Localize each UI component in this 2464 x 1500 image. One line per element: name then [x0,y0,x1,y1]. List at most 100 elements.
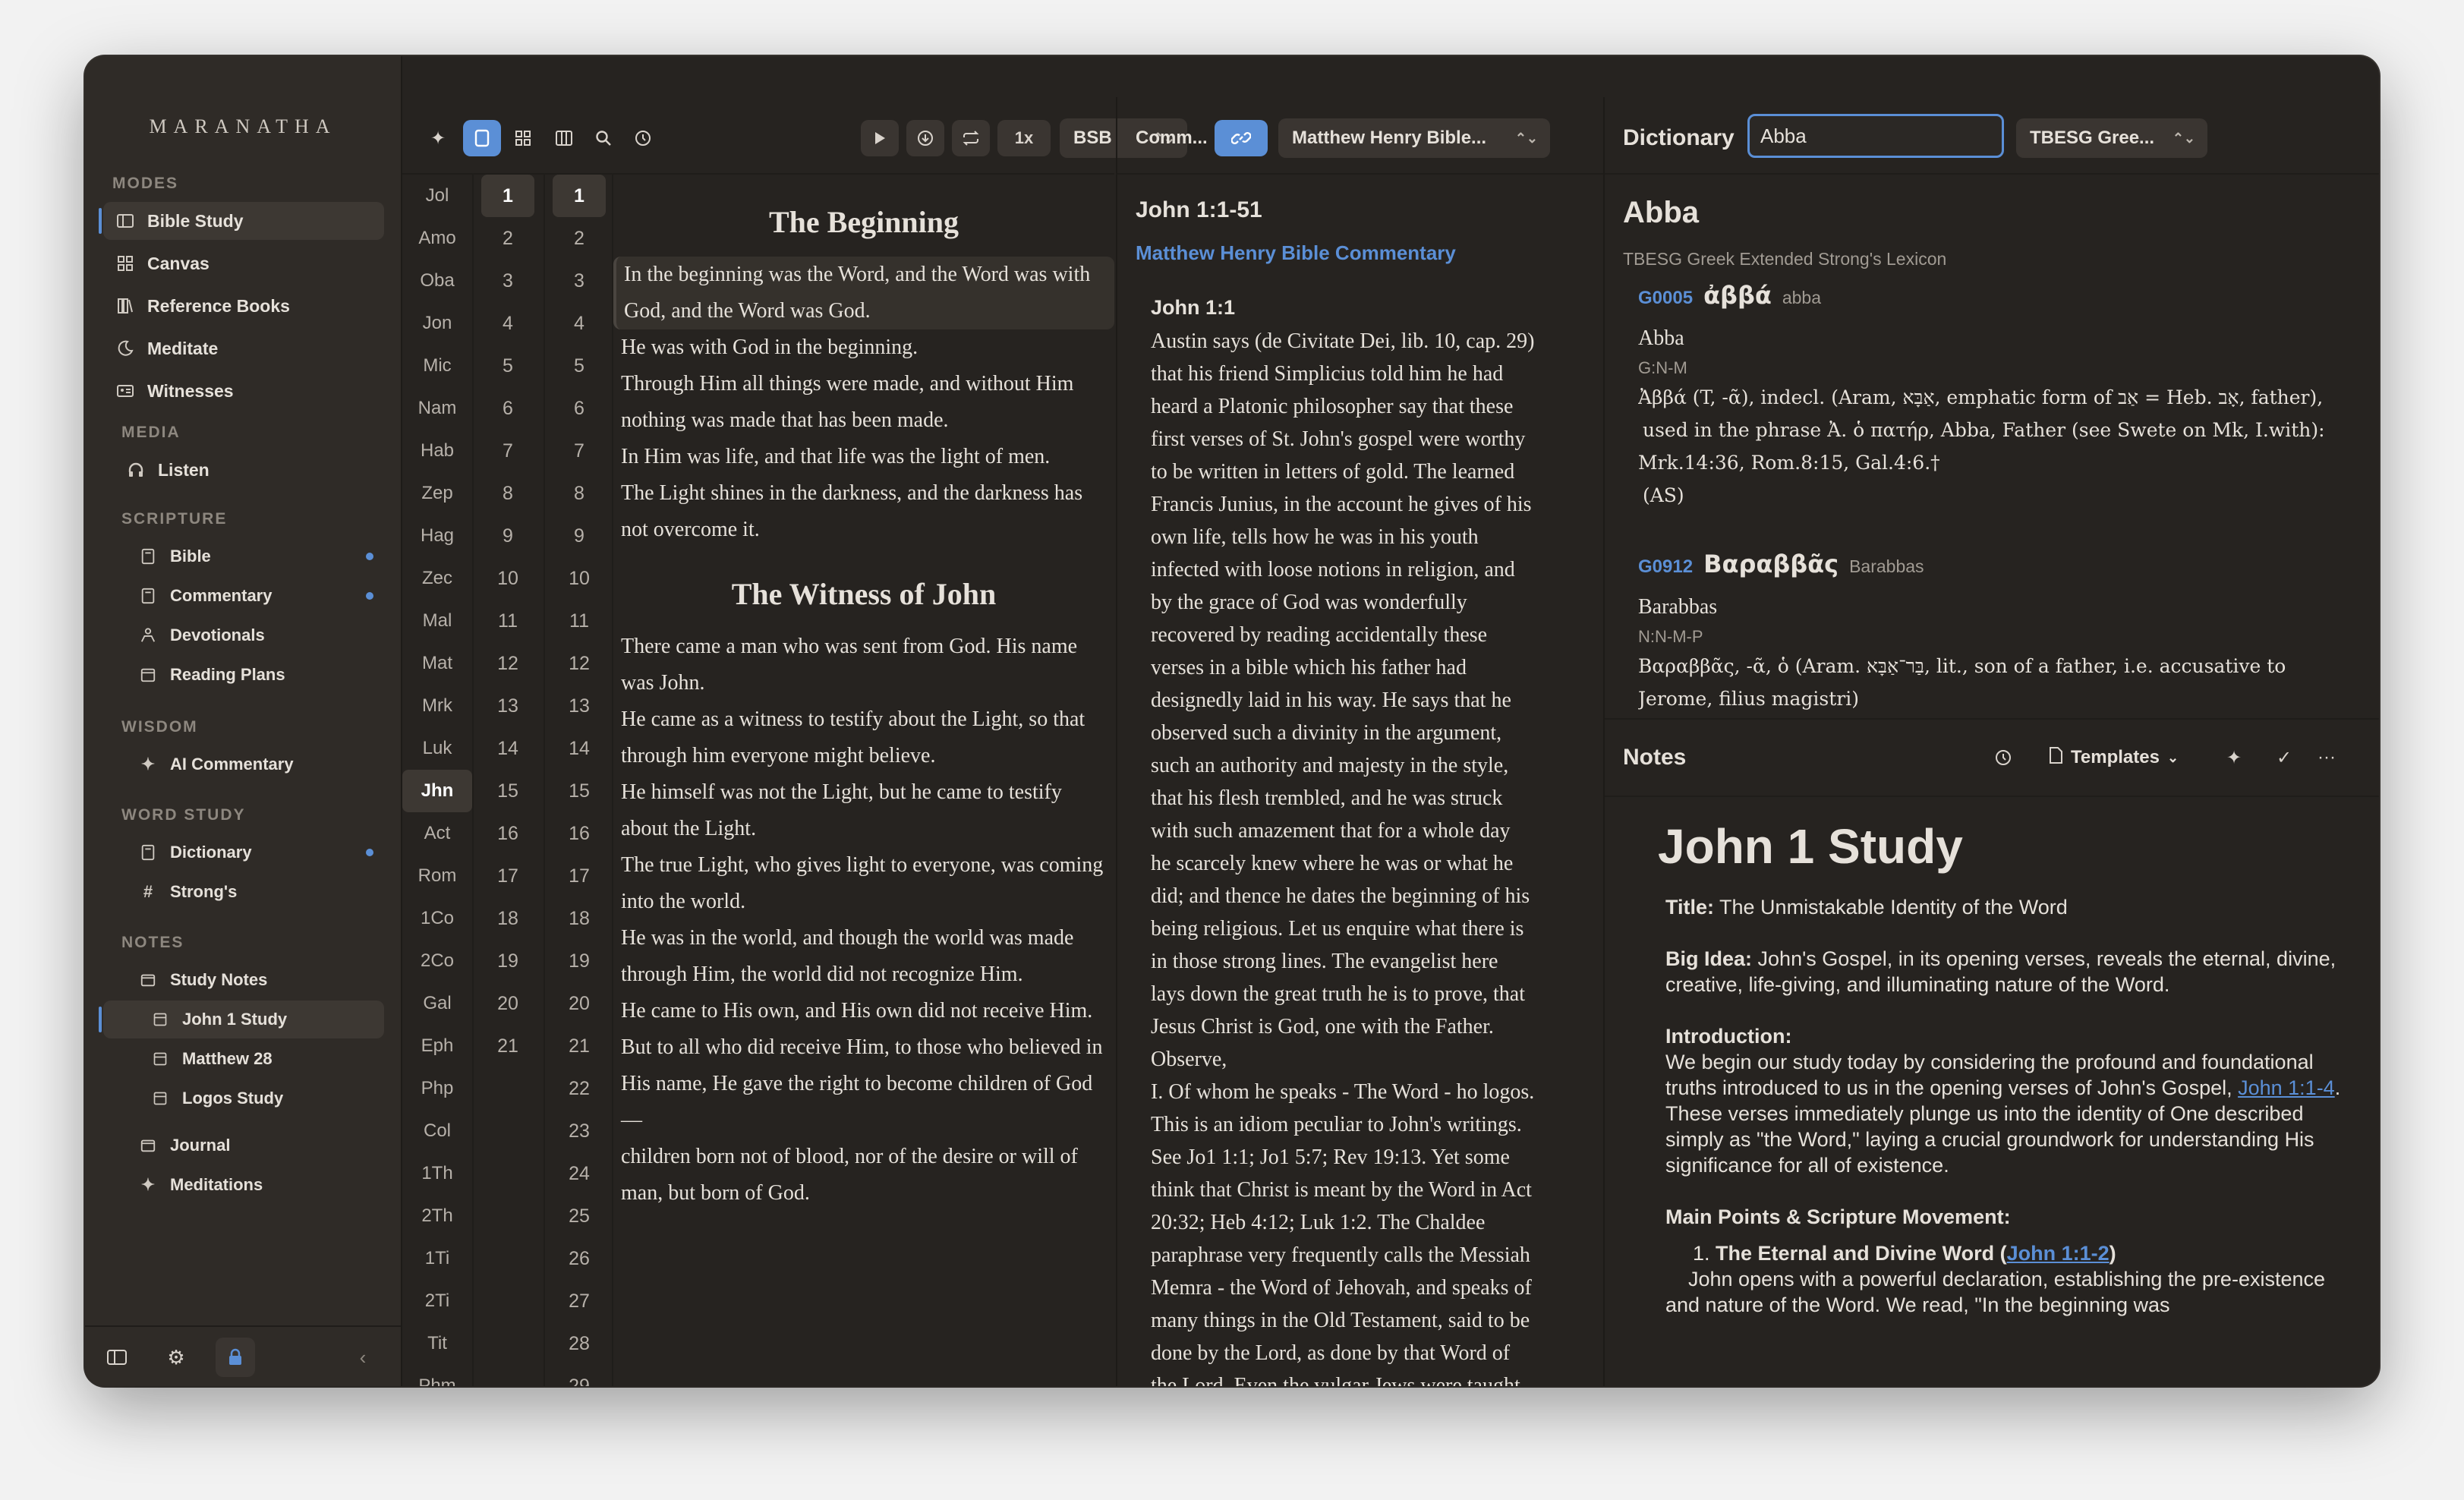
chapter-item[interactable]: 19 [474,940,542,982]
verse-item[interactable]: 5 [545,345,613,387]
sidebar-item-strongs[interactable]: # Strong's [103,873,384,911]
book-item[interactable]: Nam [402,387,472,430]
chapter-item[interactable]: 9 [474,515,542,557]
verse-text[interactable]: The Light shines in the darkness, and th… [613,475,1114,548]
chapter-item[interactable]: 17 [474,855,542,897]
single-page-view-button[interactable] [463,120,501,156]
verse-item[interactable]: 26 [545,1237,613,1280]
verse-text[interactable]: children born not of blood, nor of the d… [613,1139,1114,1212]
verse-item[interactable]: 24 [545,1152,613,1195]
sidebar-item-journal[interactable]: Journal [103,1127,384,1164]
book-item[interactable]: Col [402,1110,472,1152]
verse-item[interactable]: 9 [545,515,613,557]
sidebar-item-reference-books[interactable]: Reference Books [103,287,384,325]
book-item[interactable]: Zec [402,557,472,600]
book-item[interactable]: Act [402,812,472,855]
book-item[interactable]: Rom [402,855,472,897]
lexicon-select[interactable]: TBESG Gree... ⌃⌄ [2016,118,2207,158]
book-item[interactable]: Eph [402,1025,472,1067]
book-item[interactable]: 2Ti [402,1280,472,1322]
verse-item[interactable]: 7 [545,430,613,472]
book-item[interactable]: Hag [402,515,472,557]
sidebar-item-listen[interactable]: Listen [103,451,384,489]
book-item[interactable]: 2Co [402,940,472,982]
commentary-tab[interactable]: Comm... [1136,120,1208,156]
verse-text[interactable]: But to all who did receive Him, to those… [613,1029,1114,1139]
sidebar-item-canvas[interactable]: Canvas [103,244,384,282]
sidebar-item-ai-commentary[interactable]: ✦ AI Commentary [103,745,384,783]
chapter-item[interactable]: 4 [474,302,542,345]
sidebar-item-reading-plans[interactable]: Reading Plans [103,656,384,694]
columns-view-icon[interactable] [545,120,583,156]
book-item[interactable]: 1Ti [402,1237,472,1280]
sidebar-item-meditations[interactable]: ✦ Meditations [103,1166,384,1204]
sidebar-item-meditate[interactable]: Meditate [103,329,384,367]
chapter-item[interactable]: 12 [474,642,542,685]
notes-editor[interactable]: John 1 Study Title: The Unmistakable Ide… [1605,796,2379,1386]
verse-item[interactable]: 1 [553,175,606,217]
book-item[interactable]: Luk [402,727,472,770]
verse-item[interactable]: 16 [545,812,613,855]
strongs-code[interactable]: G0912 [1638,556,1693,578]
sidebar-item-study-notes[interactable]: Study Notes [103,961,384,999]
verse-item[interactable]: 3 [545,260,613,302]
book-item[interactable]: Oba [402,260,472,302]
chapter-item[interactable]: 10 [474,557,542,600]
commentary-source-title[interactable]: Matthew Henry Bible Commentary [1136,241,1456,265]
verse-text[interactable]: He was in the world, and though the worl… [613,920,1114,993]
verse-item[interactable]: 8 [545,472,613,515]
strongs-code[interactable]: G0005 [1638,288,1693,309]
templates-button[interactable]: Templates ⌄ [2036,739,2197,776]
sidebar-item-witnesses[interactable]: Witnesses [103,372,384,410]
scripture-link[interactable]: John 1:1-4 [2238,1076,2335,1099]
verse-item[interactable]: 17 [545,855,613,897]
book-item[interactable]: 1Th [402,1152,472,1195]
verse-item[interactable]: 15 [545,770,613,812]
verse-item[interactable]: 25 [545,1195,613,1237]
book-item[interactable]: Zep [402,472,472,515]
verse-item[interactable]: 22 [545,1067,613,1110]
verse-item[interactable]: 6 [545,387,613,430]
verse-text[interactable]: He was with God in the beginning. [613,329,1114,366]
more-options-icon[interactable]: ··· [2308,739,2346,776]
checkmark-icon[interactable]: ✓ [2265,739,2303,776]
collapse-sidebar-chevron-icon[interactable]: ‹ [343,1338,383,1377]
download-icon[interactable] [906,120,944,156]
sidebar-item-dictionary[interactable]: Dictionary [103,834,384,871]
history-icon[interactable] [624,120,662,156]
verse-item[interactable]: 27 [545,1280,613,1322]
verse-item[interactable]: 28 [545,1322,613,1365]
chapter-item[interactable]: 16 [474,812,542,855]
verse-text[interactable]: He himself was not the Light, but he cam… [613,774,1114,847]
verse-item[interactable]: 13 [545,685,613,727]
verse-item[interactable]: 20 [545,982,613,1025]
sidebar-item-devotionals[interactable]: Devotionals [103,616,384,654]
book-item[interactable]: Php [402,1067,472,1110]
chapter-item[interactable]: 21 [474,1025,542,1067]
book-item[interactable]: Amo [402,217,472,260]
book-item[interactable]: 1Co [402,897,472,940]
sidebar-item-logos-study[interactable]: Logos Study [103,1079,384,1117]
play-icon[interactable] [861,120,899,156]
book-item[interactable]: Mat [402,642,472,685]
search-icon[interactable] [584,120,622,156]
book-item[interactable]: Phm [402,1365,472,1386]
chapter-item[interactable]: 15 [474,770,542,812]
chapter-item[interactable]: 6 [474,387,542,430]
book-item[interactable]: Jon [402,302,472,345]
book-item[interactable]: Gal [402,982,472,1025]
sidebar-item-john-1-study[interactable]: John 1 Study [99,1001,384,1038]
verse-item[interactable]: 14 [545,727,613,770]
chapter-item[interactable]: 2 [474,217,542,260]
sidebar-item-bible-study[interactable]: Bible Study [99,202,384,240]
speed-button[interactable]: 1x [997,120,1051,156]
chapter-item[interactable]: 3 [474,260,542,302]
verse-item[interactable]: 23 [545,1110,613,1152]
sidebar-item-bible[interactable]: Bible [103,537,384,575]
verse-item[interactable]: 11 [545,600,613,642]
chapter-item[interactable]: 5 [474,345,542,387]
history-icon[interactable] [1984,739,2022,776]
book-item[interactable]: Hab [402,430,472,472]
chapter-item[interactable]: 14 [474,727,542,770]
verse-item[interactable]: 12 [545,642,613,685]
